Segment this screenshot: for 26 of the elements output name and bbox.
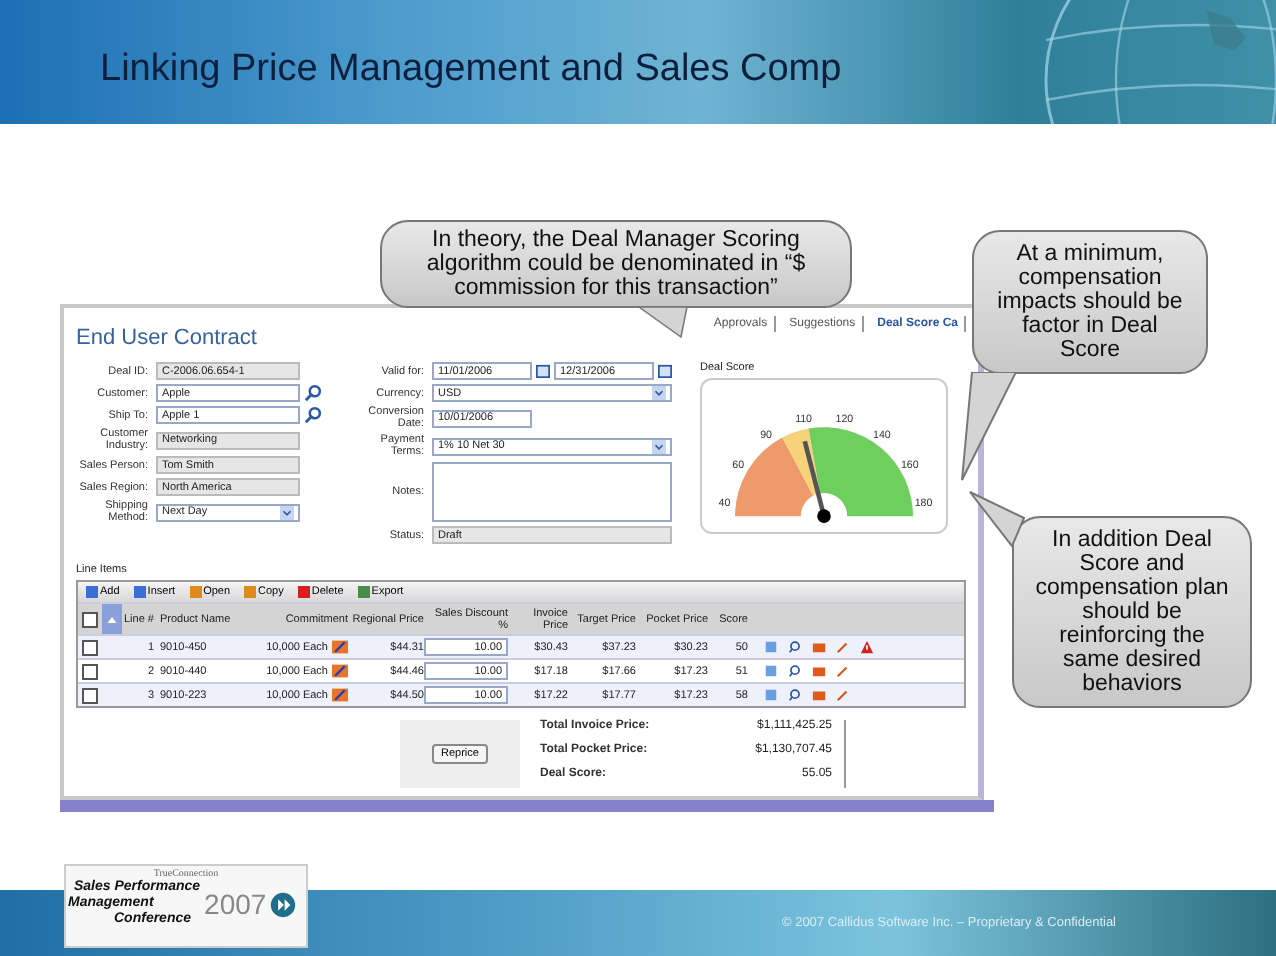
logo-year: 2007 [204, 888, 267, 920]
checkbox[interactable] [82, 687, 98, 703]
calendar-icon[interactable] [536, 364, 550, 378]
checkbox[interactable] [82, 639, 98, 655]
search-icon[interactable] [788, 688, 802, 702]
calendar-icon[interactable] [658, 364, 672, 378]
checkbox[interactable] [82, 663, 98, 679]
pencil-icon[interactable] [332, 664, 348, 678]
contract-title: End User Contract [76, 326, 257, 350]
sort-icon[interactable] [106, 613, 118, 625]
pencil-icon[interactable] [332, 688, 348, 702]
notes-field[interactable] [432, 462, 672, 522]
dropdown-icon [652, 386, 666, 400]
dropdown-icon [652, 439, 666, 453]
dropdown-icon [280, 505, 294, 519]
slide-title: Linking Price Management and Sales Comp [100, 48, 842, 92]
pencil-icon[interactable] [332, 640, 348, 654]
callout: At a minimum, compensation impacts should be factor in Deal Score [972, 230, 1208, 374]
forward-icon [270, 891, 297, 917]
search-icon[interactable] [304, 384, 322, 402]
search-icon[interactable] [788, 664, 802, 678]
search-icon[interactable] [304, 406, 322, 424]
search-icon[interactable] [788, 640, 802, 654]
callout: In theory, the Deal Manager Scoring algorithm could be denominated in “$ commission for this transaction” [380, 220, 852, 308]
checkbox[interactable] [82, 611, 98, 627]
callout: In addition Deal Score and compensation plan should be reinforcing the same desired behaviors [1012, 516, 1252, 708]
